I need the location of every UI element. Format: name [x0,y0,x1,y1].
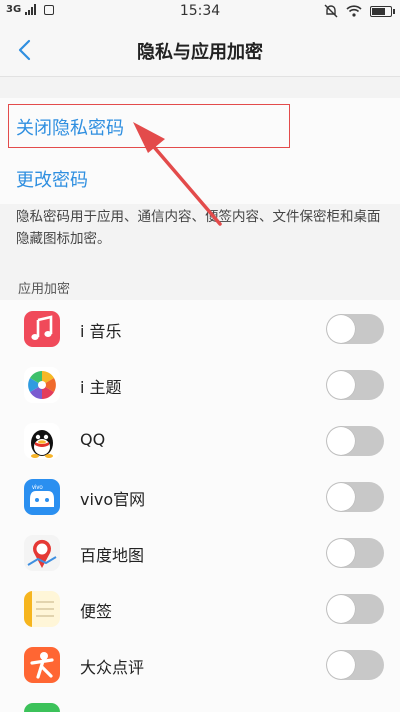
app-name: i 主题 [80,378,122,397]
battery-icon [370,5,395,17]
svg-text:vivo: vivo [32,485,43,491]
privacy-description: 隐私密码用于应用、通信内容、便签内容、文件保密柜和桌面隐藏图标加密。 [16,209,381,247]
status-bar: 3G 15:34 [0,0,400,24]
mute-alarm-icon [324,4,338,18]
app-row-dianping: 大众点评 [0,636,400,692]
status-right [324,4,395,18]
music-icon [24,311,60,347]
app-name: 大众点评 [80,658,145,677]
app-lock-list: i 音乐 i 主题 QQ vivo vivo官网 百度地图 便签 大众点评 [0,300,400,712]
nav-bar: 隐私与应用加密 [0,24,400,77]
qq-icon [24,423,60,459]
app-row-vivo: vivo vivo官网 [0,468,400,524]
partial-app-icon [24,703,60,712]
lock-toggle-music[interactable] [326,314,384,344]
app-row-theme: i 主题 [0,356,400,412]
lock-toggle-notes[interactable] [326,594,384,624]
app-name: 便签 [80,602,113,621]
change-password-option[interactable]: 更改密码 [16,166,88,192]
app-row-qq: QQ [0,412,400,468]
baidu-map-icon [24,535,60,571]
section-label-app-lock: 应用加密 [18,282,71,297]
lock-toggle-qq[interactable] [326,426,384,456]
app-name: i 音乐 [80,322,122,341]
vivo-icon: vivo [24,479,60,515]
notes-icon [24,591,60,627]
app-row-music: i 音乐 [0,300,400,356]
dianping-icon [24,647,60,683]
app-row-partial [0,692,400,712]
lock-toggle-vivo[interactable] [326,482,384,512]
app-name: vivo官网 [80,490,146,509]
lock-toggle-theme[interactable] [326,370,384,400]
lock-toggle-dianping[interactable] [326,650,384,680]
app-row-baidu-map: 百度地图 [0,524,400,580]
annotation-highlight-box [8,104,290,148]
wifi-icon [346,5,362,17]
app-name: 百度地图 [80,546,145,565]
app-name: QQ [80,430,106,449]
lock-toggle-baidu-map[interactable] [326,538,384,568]
theme-icon [24,367,60,403]
app-row-notes: 便签 [0,580,400,636]
page-title: 隐私与应用加密 [137,42,263,63]
